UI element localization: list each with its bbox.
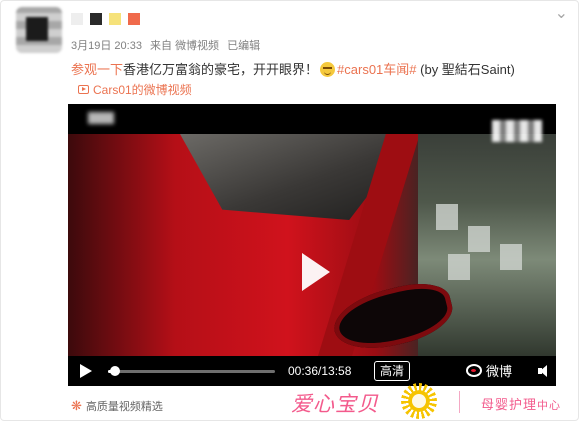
weibo-logo: 微博 [466, 361, 512, 380]
post-meta: 3月19日 20:33 来自 微博视频 已编辑 [71, 37, 265, 53]
progress-bar[interactable] [108, 366, 275, 376]
building-window [468, 226, 490, 252]
blur-block [90, 13, 102, 25]
hashtag-link[interactable]: #cars01车闻# [337, 62, 416, 77]
blurred-watermark [88, 112, 114, 124]
grin-emoji-icon [320, 62, 336, 77]
progress-knob[interactable] [110, 366, 121, 376]
post-credit: (by 聖結石Saint) [420, 62, 515, 77]
play-icon[interactable] [288, 247, 338, 297]
watermark-left-text: 爱心宝贝 [291, 393, 379, 416]
username-blurred[interactable] [71, 13, 140, 25]
video-icon [78, 85, 89, 94]
watermark-right-small: 中心 [537, 400, 562, 412]
post-link[interactable]: 参观一下 [71, 62, 123, 77]
blur-block [109, 13, 121, 25]
video-player[interactable]: 00:36/13:58 高清 微博 [68, 104, 556, 386]
building-window [436, 204, 458, 230]
player-controls: 00:36/13:58 高清 微博 [68, 356, 556, 386]
post-date[interactable]: 3月19日 20:33 [71, 40, 142, 52]
quality-button[interactable]: 高清 [374, 361, 411, 381]
volume-icon[interactable] [538, 365, 550, 377]
blurred-watermark [492, 120, 542, 142]
building-window [448, 254, 470, 280]
sun-logo-icon [401, 383, 437, 419]
video-collection-label: 高质量视频精选 [85, 401, 163, 413]
source-prefix: 来自 [150, 40, 172, 52]
watermark-right-text: 母婴护理中心 [481, 394, 561, 413]
video-collection-link[interactable]: ❋ 高质量视频精选 [71, 398, 163, 414]
video-frame[interactable] [68, 134, 556, 362]
weibo-logo-icon [466, 364, 482, 377]
building-window [500, 244, 522, 270]
video-source-link[interactable]: Cars01的微博视频 [78, 81, 192, 98]
time-display: 00:36/13:58 [288, 364, 352, 378]
weibo-logo-text: 微博 [486, 364, 513, 379]
post-text: 参观一下香港亿万富翁的豪宅，开开眼界！ #cars01车闻# (by 聖結石Sai… [71, 59, 515, 78]
post-source[interactable]: 微博视频 [175, 40, 219, 52]
avatar[interactable] [16, 7, 62, 53]
edited-status[interactable]: 已编辑 [227, 40, 260, 52]
snowflake-icon: ❋ [71, 398, 82, 413]
blur-block [128, 13, 140, 25]
watermark-right-main: 母婴护理 [481, 397, 538, 412]
blur-block [71, 13, 83, 25]
chevron-down-icon[interactable]: ⌄ [555, 3, 568, 23]
watermark-divider [459, 391, 460, 413]
weibo-post-card: ⌄ 3月19日 20:33 来自 微博视频 已编辑 参观一下香港亿万富翁的豪宅，… [0, 0, 579, 421]
post-body: 香港亿万富翁的豪宅，开开眼界！ [123, 62, 319, 77]
video-source-label: Cars01的微博视频 [93, 83, 192, 97]
play-icon[interactable] [80, 364, 92, 378]
